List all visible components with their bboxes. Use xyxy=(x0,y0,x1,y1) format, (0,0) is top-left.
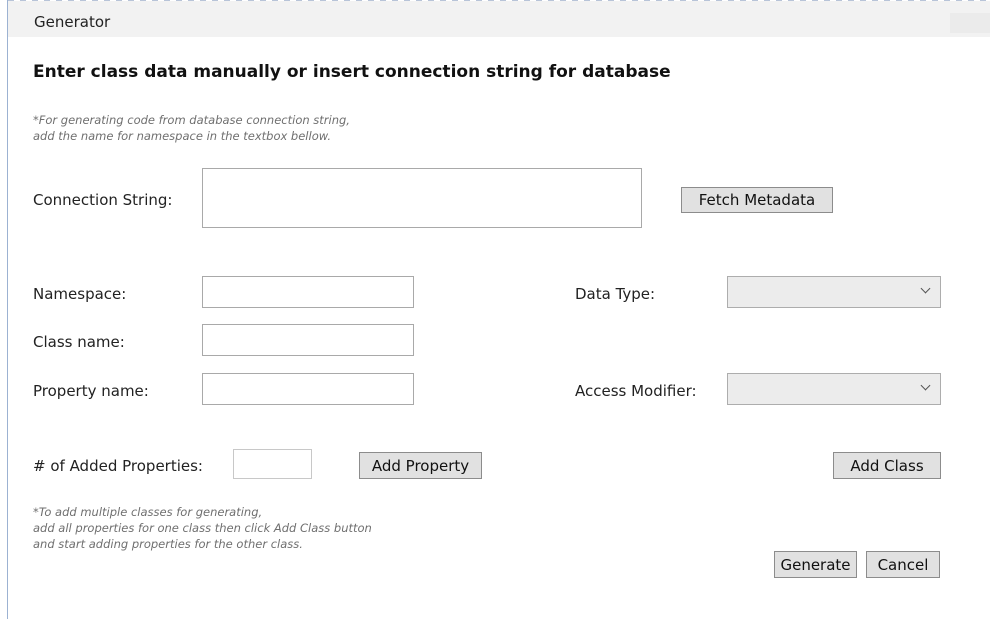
window-left-border xyxy=(7,0,8,619)
generator-window: Generator Enter class data manually or i… xyxy=(0,0,990,619)
namespace-input[interactable] xyxy=(202,276,414,308)
chevron-down-icon xyxy=(920,283,931,294)
add-property-button[interactable]: Add Property xyxy=(359,452,482,479)
chevron-down-icon xyxy=(920,380,931,391)
connection-hint-line: *For generating code from database conne… xyxy=(33,113,350,127)
data-type-select[interactable] xyxy=(727,276,941,308)
add-class-button[interactable]: Add Class xyxy=(833,452,941,479)
class-name-label: Class name: xyxy=(33,333,125,351)
minimize-button[interactable] xyxy=(950,13,970,33)
page-title: Enter class data manually or insert conn… xyxy=(33,62,671,82)
generate-button[interactable]: Generate xyxy=(774,551,857,578)
window-title: Generator xyxy=(34,13,111,31)
access-modifier-label: Access Modifier: xyxy=(575,382,697,400)
class-name-input[interactable] xyxy=(202,324,414,356)
fetch-metadata-button[interactable]: Fetch Metadata xyxy=(681,187,833,213)
namespace-label: Namespace: xyxy=(33,285,127,303)
data-type-label: Data Type: xyxy=(575,285,656,303)
property-name-label: Property name: xyxy=(33,382,149,400)
class-hint: *To add multiple classes for generating,… xyxy=(33,504,372,552)
class-hint-line: add all properties for one class then cl… xyxy=(33,521,372,535)
connection-hint: *For generating code from database conne… xyxy=(33,112,350,144)
title-bar[interactable]: Generator xyxy=(8,1,990,37)
added-properties-count xyxy=(233,449,312,479)
maximize-button[interactable] xyxy=(970,13,990,33)
access-modifier-select[interactable] xyxy=(727,373,941,405)
cancel-button[interactable]: Cancel xyxy=(866,551,940,578)
added-properties-label: # of Added Properties: xyxy=(33,457,203,475)
property-name-input[interactable] xyxy=(202,373,414,405)
connection-string-label: Connection String: xyxy=(33,191,173,209)
connection-string-input[interactable] xyxy=(202,168,642,228)
class-hint-line: *To add multiple classes for generating, xyxy=(33,505,263,519)
class-hint-line: and start adding properties for the othe… xyxy=(33,537,303,551)
connection-hint-line: add the name for namespace in the textbo… xyxy=(33,129,332,143)
